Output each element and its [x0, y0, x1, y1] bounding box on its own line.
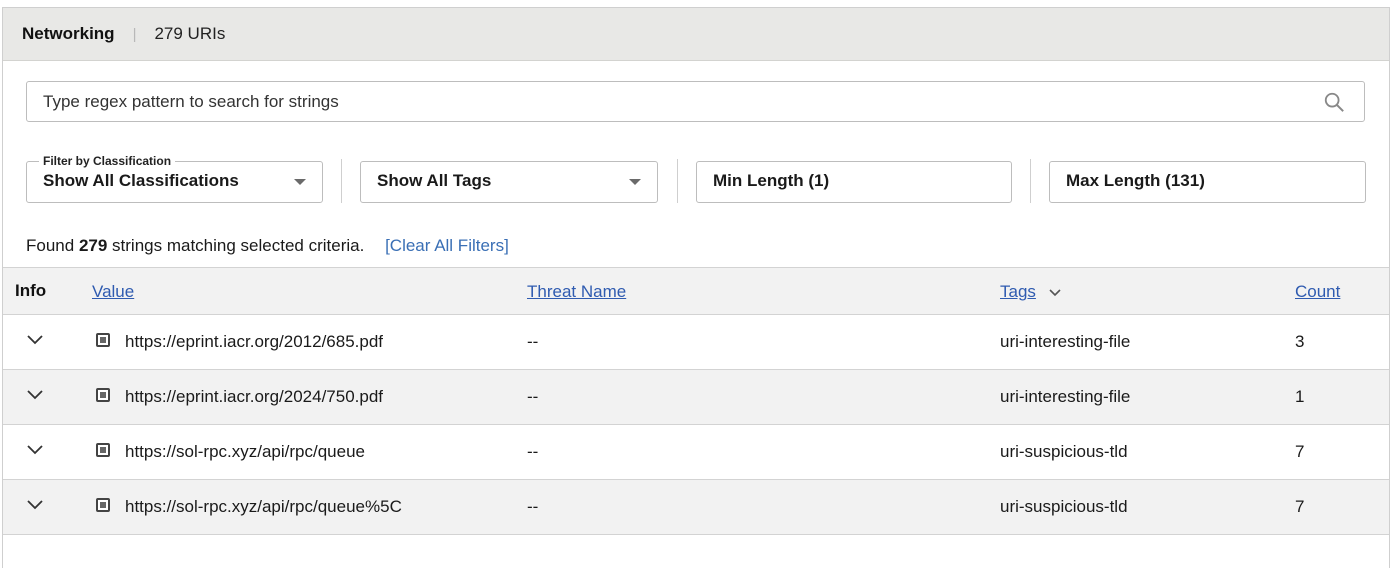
row-threat: -- [527, 332, 539, 351]
table-header: Info Value Threat Name Tags Count [3, 267, 1389, 315]
row-tag: uri-suspicious-tld [1000, 497, 1128, 516]
row-tag: uri-suspicious-tld [1000, 442, 1128, 461]
filter-divider [341, 159, 342, 203]
expand-chevron-icon[interactable] [27, 390, 43, 400]
row-count: 7 [1295, 497, 1305, 516]
table-row: https://eprint.iacr.org/2012/685.pdf -- … [3, 315, 1389, 370]
filter-divider [1030, 159, 1031, 203]
classification-select[interactable]: Filter by Classification Show All Classi… [26, 154, 323, 203]
expand-chevron-icon[interactable] [27, 445, 43, 455]
expand-chevron-icon[interactable] [27, 500, 43, 510]
filter-divider [677, 159, 678, 203]
summary-count: 279 [78, 236, 108, 255]
tags-value: Show All Tags [377, 171, 492, 190]
min-length-value: Min Length (1) [713, 171, 830, 190]
panel-title: Networking [22, 24, 115, 43]
row-threat: -- [527, 387, 539, 406]
sort-chevron-down-icon[interactable] [1049, 288, 1061, 297]
row-value: https://sol-rpc.xyz/api/rpc/queue%5C [125, 497, 402, 516]
table-row: https://sol-rpc.xyz/api/rpc/queue%5C -- … [3, 480, 1389, 535]
strings-table: Info Value Threat Name Tags Count https:… [3, 267, 1389, 535]
classification-value: Show All Classifications [43, 171, 239, 190]
summary-prefix: Found [26, 236, 75, 255]
results-summary: Found 279 strings matching selected crit… [26, 236, 509, 256]
summary-suffix: strings matching selected criteria. [112, 236, 365, 255]
table-row: https://eprint.iacr.org/2024/750.pdf -- … [3, 370, 1389, 425]
max-length-input[interactable]: Max Length (131) [1049, 161, 1366, 203]
row-count: 3 [1295, 332, 1305, 351]
uri-count: 279 URIs [154, 24, 226, 43]
networking-panel: Networking | 279 URIs Filter by Classifi… [2, 7, 1390, 568]
max-length-value: Max Length (131) [1066, 171, 1205, 190]
row-count: 1 [1295, 387, 1305, 406]
search-box[interactable] [26, 81, 1365, 122]
classification-label: Filter by Classification [39, 154, 176, 168]
row-value: https://eprint.iacr.org/2012/685.pdf [125, 332, 384, 351]
string-type-icon [96, 498, 110, 512]
tags-select[interactable]: Show All Tags [360, 161, 658, 203]
row-tag: uri-interesting-file [1000, 387, 1131, 406]
table-row: https://sol-rpc.xyz/api/rpc/queue -- uri… [3, 425, 1389, 480]
row-value: https://sol-rpc.xyz/api/rpc/queue [125, 442, 366, 461]
chevron-down-icon [294, 179, 306, 185]
column-info: Info [15, 281, 47, 300]
search-input[interactable] [27, 81, 1323, 122]
row-threat: -- [527, 442, 539, 461]
clear-filters-link[interactable]: [Clear All Filters] [385, 236, 509, 255]
min-length-input[interactable]: Min Length (1) [696, 161, 1012, 203]
string-type-icon [96, 333, 110, 347]
row-value: https://eprint.iacr.org/2024/750.pdf [125, 387, 384, 406]
row-count: 7 [1295, 442, 1305, 461]
panel-header: Networking | 279 URIs [3, 8, 1389, 61]
column-count-sort[interactable]: Count [1295, 282, 1340, 301]
expand-chevron-icon[interactable] [27, 335, 43, 345]
header-separator: | [132, 25, 137, 43]
column-value-sort[interactable]: Value [92, 282, 134, 301]
column-tags-sort[interactable]: Tags [1000, 282, 1036, 301]
search-icon[interactable] [1323, 91, 1345, 113]
string-type-icon [96, 388, 110, 402]
column-threat-sort[interactable]: Threat Name [527, 282, 626, 301]
string-type-icon [96, 443, 110, 457]
row-threat: -- [527, 497, 539, 516]
chevron-down-icon [629, 179, 641, 185]
row-tag: uri-interesting-file [1000, 332, 1131, 351]
